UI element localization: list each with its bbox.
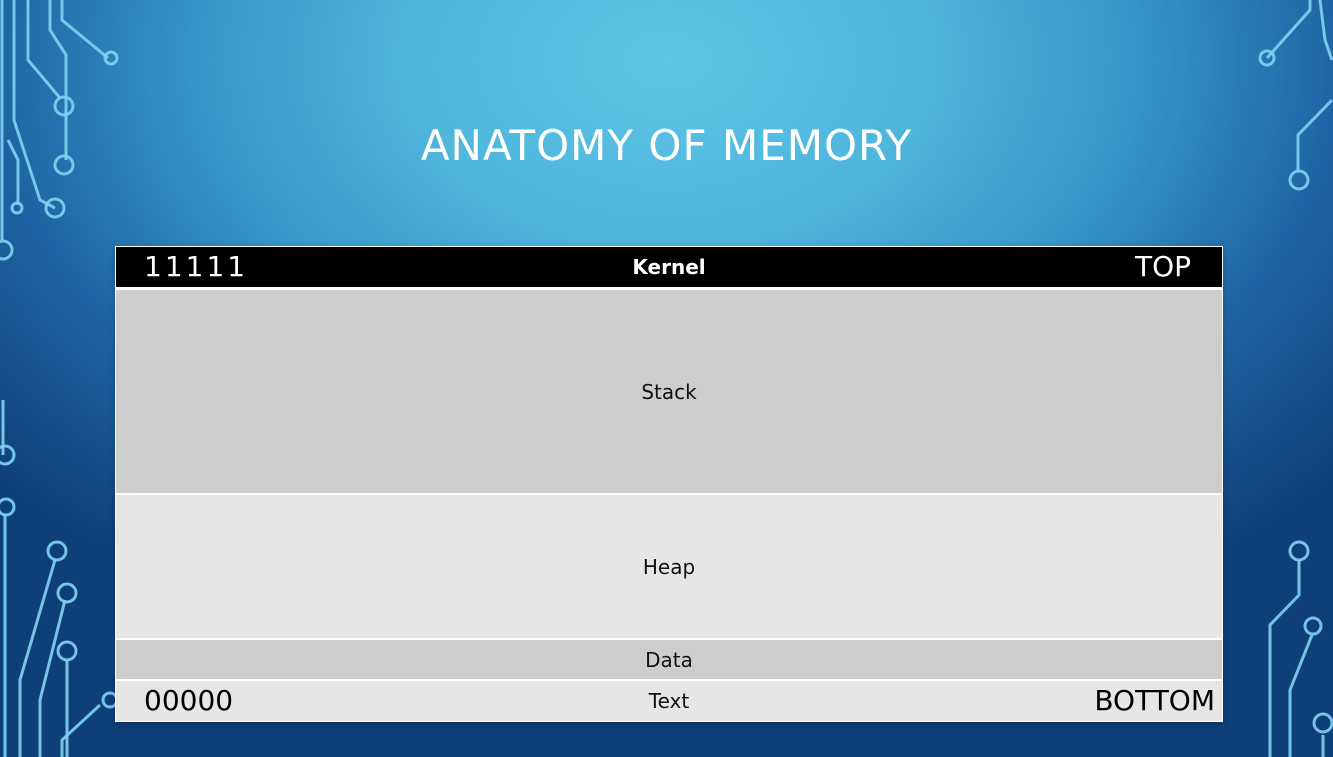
data-segment: Data: [116, 640, 1222, 679]
text-segment: Text: [116, 681, 1222, 721]
top-label: TOP: [1134, 250, 1191, 283]
stack-segment: Stack: [116, 290, 1222, 493]
bottom-label: BOTTOM: [1094, 684, 1215, 717]
heap-label: Heap: [642, 554, 696, 579]
memory-layout-diagram: Kernel Stack Heap Data Text 11111 TOP 00…: [115, 246, 1223, 722]
kernel-label: Kernel: [632, 255, 706, 279]
stack-label: Stack: [641, 379, 697, 404]
slide-title: ANATOMY OF MEMORY: [420, 121, 913, 170]
top-address: 11111: [144, 250, 249, 283]
data-label: Data: [645, 647, 693, 672]
kernel-segment: Kernel: [116, 247, 1222, 287]
heap-segment: Heap: [116, 495, 1222, 638]
text-label: Text: [648, 689, 690, 713]
bottom-address: 00000: [144, 684, 234, 717]
